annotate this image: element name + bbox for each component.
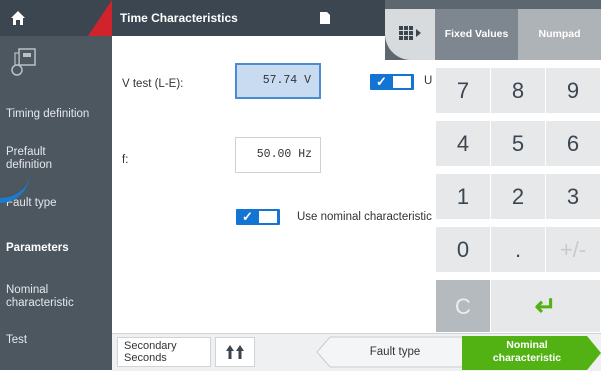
next-label-line1: Nominal (506, 339, 548, 351)
sidebar-item-parameters[interactable]: Parameters (6, 242, 110, 255)
tab-fixed-values[interactable]: Fixed Values (435, 9, 518, 60)
key-enter[interactable]: ↵ (491, 280, 601, 333)
use-nominal-label: Use nominal characteristic (297, 211, 432, 223)
check-icon: ✓ (376, 74, 387, 89)
use-label: U (424, 75, 433, 87)
vtest-field[interactable]: 57.74 V (235, 63, 321, 99)
next-button[interactable]: Nominal characteristic (462, 339, 592, 365)
key-9[interactable]: 9 (546, 68, 601, 114)
check-icon: ✓ (242, 209, 253, 224)
vtest-label: V test (L-E): (122, 78, 184, 90)
key-6[interactable]: 6 (546, 121, 601, 167)
sidebar-item-test[interactable]: Test (6, 334, 110, 347)
double-arrow-up-icon (226, 345, 244, 359)
key-1[interactable]: 1 (436, 174, 491, 220)
units-line2: Seconds (124, 352, 167, 364)
document-icon[interactable] (320, 12, 330, 24)
key-0[interactable]: 0 (436, 227, 491, 273)
page-title: Time Characteristics (120, 11, 238, 25)
use-checkbox[interactable]: ✓ (370, 74, 414, 90)
units-button[interactable]: Secondary Seconds (117, 337, 211, 367)
back-button[interactable]: Fault type (335, 336, 455, 368)
keypad-grid-icon (399, 26, 421, 40)
keyboard-toggle[interactable] (385, 9, 435, 60)
key-5[interactable]: 5 (491, 121, 546, 167)
test-module-icon (11, 48, 36, 76)
key-3[interactable]: 3 (546, 174, 601, 220)
key-decimal[interactable]: . (491, 227, 546, 273)
sidebar-item-timing-definition[interactable]: Timing definition (6, 108, 110, 121)
key-4[interactable]: 4 (436, 121, 491, 167)
f-label: f: (122, 154, 129, 166)
sidebar-item-nominal-characteristic[interactable]: Nominal characteristic (6, 284, 90, 310)
key-7[interactable]: 7 (436, 68, 491, 114)
home-icon (11, 11, 25, 25)
key-plus-minus[interactable]: +/- (546, 227, 601, 273)
sort-button[interactable] (215, 337, 255, 367)
key-clear[interactable]: C (436, 280, 491, 333)
home-button[interactable] (0, 0, 112, 36)
key-2[interactable]: 2 (491, 174, 546, 220)
frequency-field[interactable]: 50.00 Hz (235, 137, 321, 173)
use-nominal-checkbox[interactable]: ✓ (236, 209, 280, 225)
units-line1: Secondary (124, 340, 177, 352)
tab-numpad[interactable]: Numpad (518, 9, 601, 60)
key-8[interactable]: 8 (491, 68, 546, 114)
sidebar-item-fault-type[interactable]: Fault type (6, 197, 110, 210)
brand-corner (88, 0, 112, 36)
next-label-line2: characteristic (492, 352, 562, 364)
